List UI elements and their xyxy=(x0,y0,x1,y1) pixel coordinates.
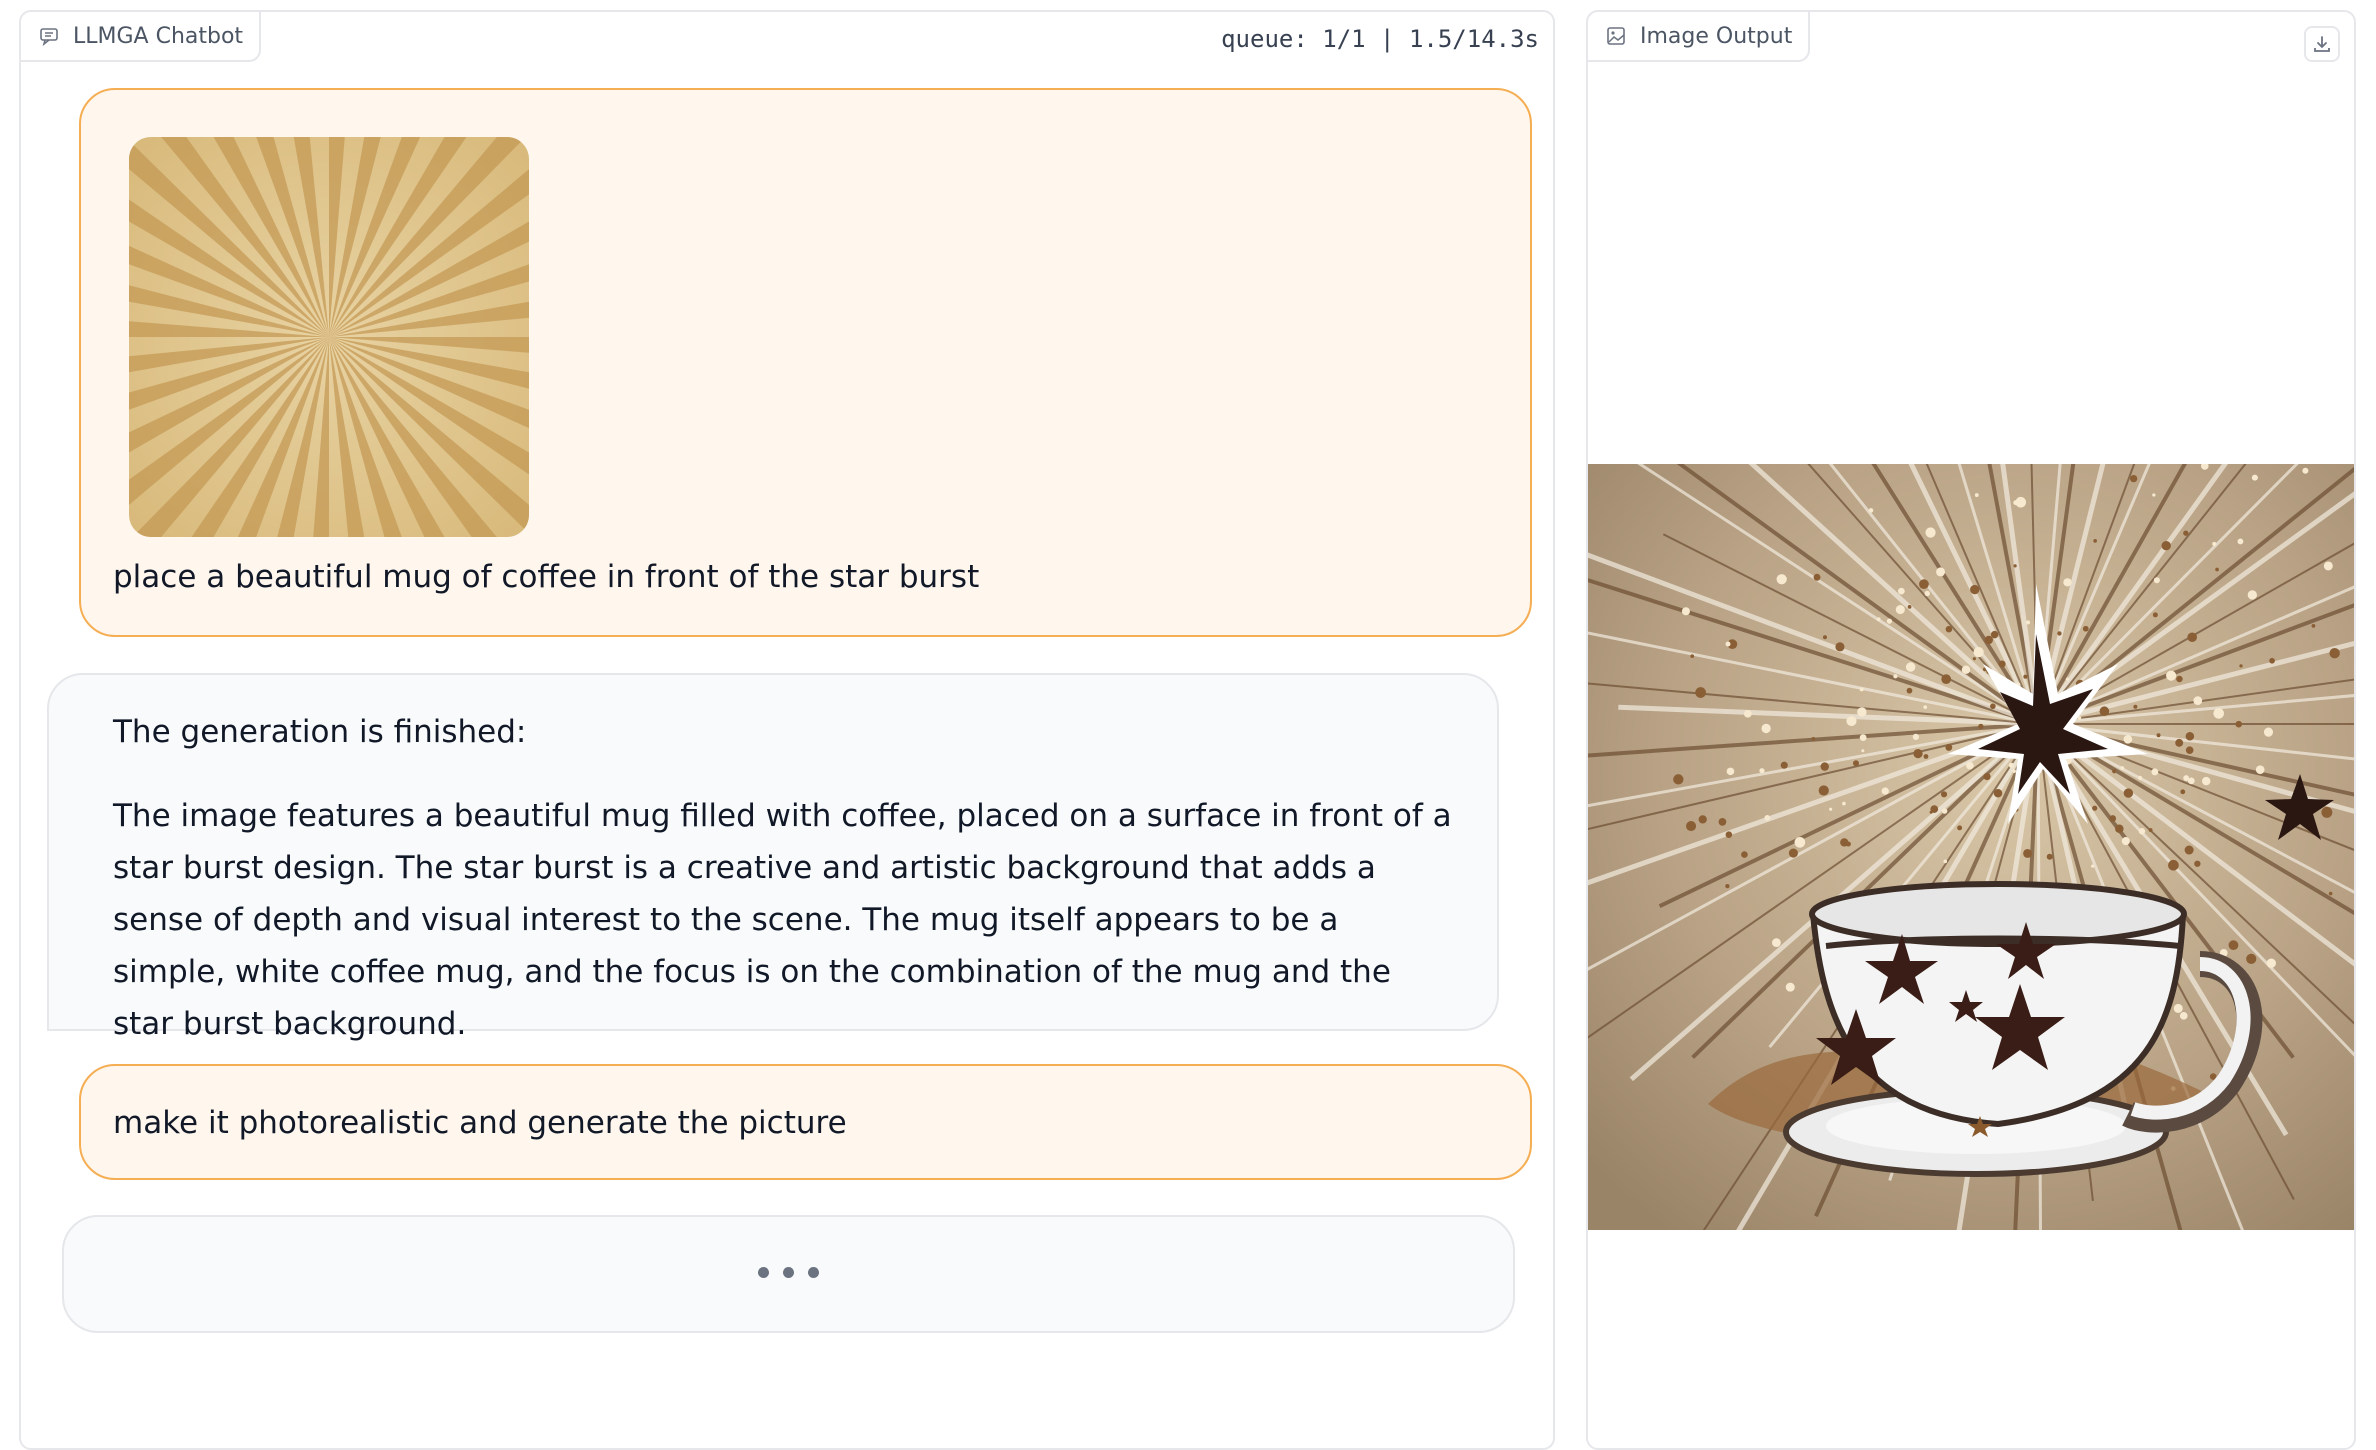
loading-dot xyxy=(758,1267,769,1278)
download-button[interactable] xyxy=(2304,26,2340,62)
loading-dot xyxy=(808,1267,819,1278)
chatbot-label: LLMGA Chatbot xyxy=(21,12,262,62)
image-icon xyxy=(1607,27,1625,45)
bot-message-text: The image features a beautiful mug fille… xyxy=(113,798,1452,1042)
image-output-panel: Image Output xyxy=(1586,10,2356,1450)
image-output-label: Image Output xyxy=(1588,12,1811,62)
chatbot-label-text: LLMGA Chatbot xyxy=(73,23,244,49)
bot-message-heading: The generation is finished: xyxy=(113,714,527,750)
user-message-text: place a beautiful mug of coffee in front… xyxy=(113,559,980,595)
coffee-mug-starburst-image[interactable] xyxy=(1588,464,2354,1230)
chatbot-panel: LLMGA Chatbot queue: 1/1 | 1.5/14.3s pla… xyxy=(19,10,1555,1450)
queue-status: queue: 1/1 | 1.5/14.3s xyxy=(1221,25,1539,53)
user-message: place a beautiful mug of coffee in front… xyxy=(79,88,1532,637)
bot-loading-message xyxy=(62,1215,1515,1333)
user-message-text: make it photorealistic and generate the … xyxy=(113,1105,847,1141)
loading-indicator xyxy=(64,1267,1513,1278)
chat-icon xyxy=(40,28,58,46)
bot-message: The generation is finished: The image fe… xyxy=(47,673,1499,1042)
download-icon xyxy=(2314,36,2330,52)
loading-dot xyxy=(783,1267,794,1278)
image-output-label-text: Image Output xyxy=(1640,23,1793,49)
sunburst-image[interactable] xyxy=(129,137,529,537)
user-message: make it photorealistic and generate the … xyxy=(79,1064,1532,1180)
